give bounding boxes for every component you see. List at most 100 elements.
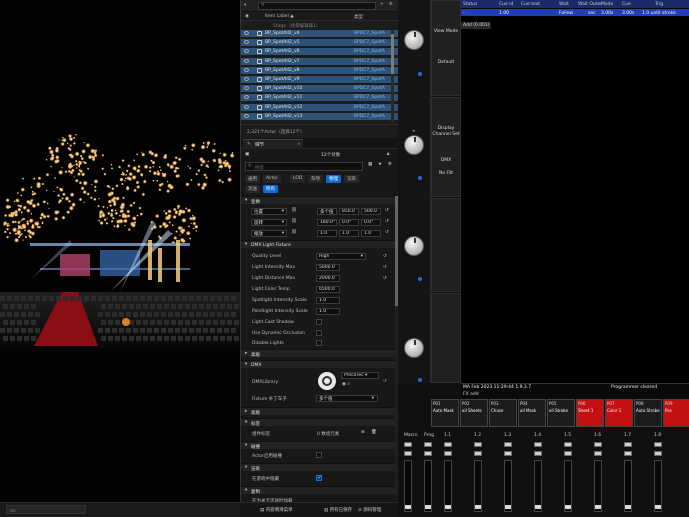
fader-button[interactable]	[594, 451, 602, 456]
outliner-row[interactable]: BP_SpotAll2_v8 BPDC7_SpotA	[241, 66, 399, 74]
fader-button[interactable]	[404, 442, 412, 447]
executor-button[interactable]: P05 all Strobe	[547, 399, 575, 427]
executor-button[interactable]: P03 Chase	[489, 399, 517, 427]
outliner-scrollbar[interactable]	[391, 30, 394, 122]
eye-icon[interactable]	[244, 104, 249, 109]
add-icon[interactable]: +	[380, 2, 384, 7]
fixture-patch-dropdown[interactable]: 多个值 ▾	[316, 395, 378, 402]
fader-button[interactable]	[654, 451, 662, 456]
fader-button[interactable]	[444, 451, 452, 456]
link-icon[interactable]: ⛓	[291, 230, 297, 235]
eye-icon[interactable]	[244, 49, 249, 54]
details-search-input[interactable]: ⚲ 搜索	[245, 162, 363, 171]
fader-button[interactable]	[444, 442, 452, 447]
fader-button[interactable]	[474, 442, 482, 447]
padlock-icon[interactable]: 🔒︎	[387, 151, 389, 157]
fader[interactable]	[654, 460, 662, 512]
fader-cap[interactable]	[535, 505, 541, 509]
fader[interactable]	[624, 460, 632, 512]
fader-cap[interactable]	[445, 505, 451, 509]
fader[interactable]	[404, 460, 412, 512]
side-button-4[interactable]	[431, 293, 461, 383]
fader-button[interactable]	[534, 442, 542, 447]
side-button-3[interactable]	[431, 198, 461, 292]
fader-button[interactable]	[624, 451, 632, 456]
sheet-col-header[interactable]: Wait	[559, 2, 569, 7]
outliner-row[interactable]: BP_SpotAll2_v13 BPDC7_SpotA	[241, 112, 399, 120]
fader[interactable]	[444, 460, 452, 512]
executor-button[interactable]: P04 all Mask	[518, 399, 546, 427]
fader[interactable]	[424, 460, 432, 512]
sheet-col-header[interactable]: Cue	[622, 2, 631, 7]
reset-icon[interactable]: ↺	[383, 379, 387, 384]
filter-filters_row2-1[interactable]: 所有	[263, 185, 278, 193]
prop-checkbox[interactable]	[316, 319, 322, 325]
outliner-row[interactable]: BP_SpotAll2_v5 BPDC7_SpotA	[241, 39, 399, 47]
section-transform[interactable]: ▾ 变换	[241, 196, 396, 205]
transform-z-0[interactable]: 500.0	[361, 208, 381, 215]
sheet-col-header[interactable]: Status	[463, 2, 477, 7]
section-tags[interactable]: ▾ 标签	[241, 418, 396, 427]
eye-icon[interactable]	[244, 77, 249, 81]
dmx-library-dropdown[interactable]: ProcoTec ▾	[341, 372, 379, 379]
eye-icon[interactable]	[244, 113, 249, 118]
fader-button[interactable]	[424, 451, 432, 456]
fader-cap[interactable]	[425, 505, 431, 509]
transform-mode-1[interactable]: 旋转 ▾	[251, 219, 287, 226]
outliner-row[interactable]: BP_SpotAll2_v7 BPDC7_SpotA	[241, 57, 399, 65]
eye-icon[interactable]	[244, 86, 249, 91]
transform-z-1[interactable]: 0.0°	[361, 219, 381, 226]
filter-filters_row1-2[interactable]: LOD	[290, 175, 306, 183]
executor-button[interactable]: P08 Auto Strobe	[634, 399, 662, 427]
content-drawer-button[interactable]: ▤ 内容侧滑菜单	[260, 507, 293, 513]
view-mode-button[interactable]: View Mode Default	[431, 0, 461, 96]
eye-icon[interactable]	[244, 67, 249, 72]
prop-value-input[interactable]: 5000.0	[316, 264, 340, 271]
outliner-search-input[interactable]: ⚲	[258, 2, 376, 10]
star-icon[interactable]: ★	[378, 162, 382, 167]
outliner-row[interactable]: BP_SpotAll2_v6 BPDC7_SpotA	[241, 48, 399, 56]
section-dmx-light-fixture[interactable]: ▾ DMX Light Fixture	[241, 240, 396, 248]
sheet-col-header[interactable]: Cue text	[521, 2, 540, 7]
folder-row[interactable]: Stage（场景编辑器1）	[241, 22, 399, 29]
grid-icon[interactable]: ▦	[368, 162, 372, 167]
executor-button[interactable]: P09 Pos	[663, 399, 689, 427]
level-viewport[interactable]	[0, 0, 240, 502]
sheet-col-header[interactable]: Wait Outer	[578, 2, 602, 7]
scroll-thumb[interactable]	[391, 34, 394, 74]
prop-value-input[interactable]: 6500.0	[316, 286, 340, 293]
reset-icon[interactable]: ↺	[385, 208, 389, 213]
executor-button[interactable]: P06 Sheet 1	[576, 399, 604, 427]
add-element-icon[interactable]: ⊕	[361, 430, 365, 435]
fader-cap[interactable]	[505, 505, 511, 509]
transform-x-2[interactable]: 1.0	[317, 230, 337, 237]
fader-button[interactable]	[534, 451, 542, 456]
header-type[interactable]: 类型	[354, 14, 363, 20]
outliner-row[interactable]: BP_SpotAll2_v9 BPDC7_SpotA	[241, 76, 399, 83]
fader-button[interactable]	[424, 442, 432, 447]
eye-icon[interactable]	[244, 40, 249, 45]
filter-icon[interactable]: ▾	[244, 3, 246, 8]
close-icon[interactable]: ×	[297, 142, 301, 147]
section-rendering[interactable]: ▾ 渲染	[241, 463, 396, 472]
transform-z-2[interactable]: 1.0	[361, 230, 381, 237]
fader-cap[interactable]	[655, 505, 661, 509]
fader-cap[interactable]	[595, 505, 601, 509]
fader-cap[interactable]	[405, 505, 411, 509]
encoder-knob-1[interactable]	[404, 30, 424, 50]
trash-icon[interactable]: 🗑︎	[371, 430, 377, 435]
display-channel-button[interactable]: Display Channel Set DMX No Filt	[431, 97, 461, 197]
fader-button[interactable]	[474, 451, 482, 456]
section-replication[interactable]: ▾ 复制	[241, 486, 396, 495]
transform-x-0[interactable]: 多个值	[317, 208, 337, 215]
filter-filters_row1-1[interactable]: Actor	[263, 175, 281, 183]
transform-y-1[interactable]: 0.0°	[339, 219, 359, 226]
fader-button[interactable]	[404, 451, 412, 456]
filter-filters_row1-0[interactable]: 通用	[245, 175, 260, 183]
reset-icon[interactable]: ↺	[383, 265, 387, 270]
tab-details[interactable]: ✎ 细节 ×	[243, 139, 303, 149]
dmx-library-thumbnail[interactable]	[318, 372, 336, 390]
sheet-col-header[interactable]: Trig	[655, 2, 663, 7]
fader-button[interactable]	[504, 442, 512, 447]
transform-mode-2[interactable]: 缩放 ▾	[251, 230, 287, 237]
